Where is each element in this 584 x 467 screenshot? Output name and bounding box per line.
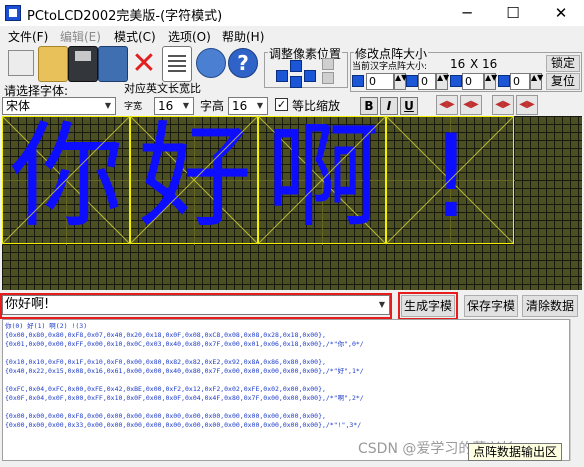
- output-line: {0x00,0x80,0x80,0xF8,0x07,0x40,0x20,0x18…: [5, 331, 326, 339]
- close-button[interactable]: ✕: [538, 0, 584, 26]
- glyph-char: 啊: [265, 116, 380, 243]
- menu-file[interactable]: 文件(F): [8, 28, 48, 45]
- height-spin-button[interactable]: ▲▼: [484, 73, 497, 90]
- move-left-icon[interactable]: [276, 70, 288, 82]
- output-tooltip: 点阵数据输出区: [468, 443, 563, 461]
- italic-button[interactable]: I: [380, 97, 398, 115]
- flip-icon[interactable]: [322, 58, 334, 70]
- width-spin-input-2[interactable]: 0: [418, 73, 436, 90]
- clear-icon[interactable]: ✕: [130, 49, 158, 80]
- clear-data-button[interactable]: 清除数据: [522, 295, 578, 317]
- glyph-cell[interactable]: !: [386, 116, 515, 245]
- menu-help[interactable]: 帮助(H): [222, 28, 264, 45]
- width-grow-icon[interactable]: [406, 75, 418, 87]
- new-file-icon[interactable]: [8, 50, 34, 76]
- text-input[interactable]: 你好啊! ▼: [2, 295, 390, 315]
- glyph-char: !: [428, 116, 474, 243]
- move-up-icon[interactable]: [290, 60, 302, 72]
- char-width-value: 16: [158, 99, 174, 113]
- glyph-char: 你: [9, 116, 124, 243]
- glyph-cell[interactable]: 好: [130, 116, 259, 245]
- rotate-left-icon[interactable]: ◀▶: [492, 95, 514, 115]
- maximize-button[interactable]: ☐: [490, 0, 536, 26]
- dot-matrix-canvas[interactable]: 你 好 啊 !: [2, 116, 582, 290]
- width-shrink-icon[interactable]: [352, 75, 364, 87]
- rotate-icon[interactable]: [322, 72, 334, 84]
- chevron-down-icon: ▼: [256, 101, 264, 110]
- output-line: {0x40,0x22,0x15,0x08,0x16,0x61,0x00,0x00…: [5, 367, 364, 375]
- menu-bar: 文件(F) 编辑(E) 模式(C) 选项(O) 帮助(H): [0, 26, 584, 46]
- save-as-icon[interactable]: [98, 46, 128, 82]
- output-scrollbar[interactable]: [570, 319, 582, 461]
- restore-button[interactable]: 复位: [546, 73, 580, 90]
- menu-edit[interactable]: 编辑(E): [60, 28, 101, 45]
- doc-icon[interactable]: [162, 46, 192, 82]
- output-line: {0x0F,0x04,0x0F,0x00,0xFF,0x10,0x0F,0x00…: [5, 394, 364, 402]
- char-height-select[interactable]: 16 ▼: [228, 97, 268, 115]
- save-model-button[interactable]: 保存字模: [464, 295, 518, 317]
- text-input-value: 你好啊!: [5, 297, 50, 312]
- matrix-height: 16: [482, 57, 498, 71]
- char-width-select[interactable]: 16 ▼: [154, 97, 194, 115]
- chevron-down-icon[interactable]: ▼: [375, 296, 389, 314]
- glyph-cell[interactable]: 啊: [258, 116, 387, 245]
- glyph-cell[interactable]: 你: [2, 116, 131, 245]
- height-spin-input-2[interactable]: 0: [510, 73, 530, 90]
- menu-options[interactable]: 选项(O): [168, 28, 211, 45]
- ascii-ratio-label: 对应英文长宽比: [124, 82, 201, 95]
- move-right-icon[interactable]: [304, 70, 316, 82]
- output-header: 你(0) 好(1) 啊(2) !(3): [5, 322, 88, 330]
- output-line: {0x10,0x10,0xF0,0x1F,0x10,0xF0,0x00,0x80…: [5, 358, 326, 366]
- chevron-down-icon: ▼: [104, 101, 112, 110]
- font-select-value: 宋体: [6, 99, 31, 113]
- mirror-vertical-icon[interactable]: ◀▶: [460, 95, 482, 115]
- bold-button[interactable]: B: [360, 97, 378, 115]
- current-size-label: 当前汉字点阵大小:: [352, 62, 428, 72]
- move-down-icon[interactable]: [290, 76, 302, 88]
- width-spin-button-2[interactable]: ▲▼: [436, 73, 449, 90]
- help-icon[interactable]: ?: [228, 48, 258, 78]
- open-icon[interactable]: [38, 46, 68, 82]
- chevron-down-icon: ▼: [182, 101, 190, 110]
- menu-mode[interactable]: 模式(C): [114, 28, 156, 45]
- app-icon: [5, 5, 21, 21]
- proportional-label: 等比缩放: [292, 99, 341, 113]
- minimize-button[interactable]: ─: [444, 0, 490, 26]
- width-spin-input[interactable]: 0: [366, 73, 394, 90]
- output-line: {0x00,0x00,0x00,0x33,0x00,0x00,0x00,0x00…: [5, 421, 362, 429]
- width-spin-button[interactable]: ▲▼: [394, 73, 407, 90]
- mirror-horizontal-icon[interactable]: ◀▶: [436, 95, 458, 115]
- output-line: {0x01,0x00,0x00,0xFF,0x00,0x10,0x0C,0x03…: [5, 340, 364, 348]
- matrix-x: X: [470, 57, 479, 71]
- height-spin-input[interactable]: 0: [462, 73, 484, 90]
- proportional-checkbox[interactable]: ✓: [275, 98, 288, 111]
- underline-button[interactable]: U: [400, 97, 418, 115]
- generate-button[interactable]: 生成字模: [401, 295, 455, 317]
- window-title: PCtoLCD2002完美版-(字符模式): [27, 9, 223, 24]
- title-bar: PCtoLCD2002完美版-(字符模式) ─ ☐ ✕: [0, 0, 584, 26]
- char-height-label: 字高: [200, 99, 225, 113]
- font-select[interactable]: 宋体 ▼: [2, 97, 116, 115]
- output-line: {0xFC,0x04,0xFC,0x00,0xFE,0x42,0xBE,0x00…: [5, 385, 326, 393]
- glyph-char: 好: [137, 116, 252, 243]
- height-grow-icon[interactable]: [498, 75, 510, 87]
- char-height-value: 16: [232, 99, 248, 113]
- rotate-right-icon[interactable]: ◀▶: [516, 95, 538, 115]
- lock-button[interactable]: 锁定: [546, 55, 580, 72]
- matrix-width: 16: [450, 57, 466, 71]
- settings-icon[interactable]: [196, 48, 226, 78]
- save-icon[interactable]: [68, 46, 98, 82]
- output-line: {0x00,0x00,0x00,0xF8,0x00,0x00,0x00,0x00…: [5, 412, 326, 420]
- char-width-label: 字宽: [124, 102, 143, 112]
- height-shrink-icon[interactable]: [450, 75, 462, 87]
- height-spin-button-2[interactable]: ▲▼: [530, 73, 543, 90]
